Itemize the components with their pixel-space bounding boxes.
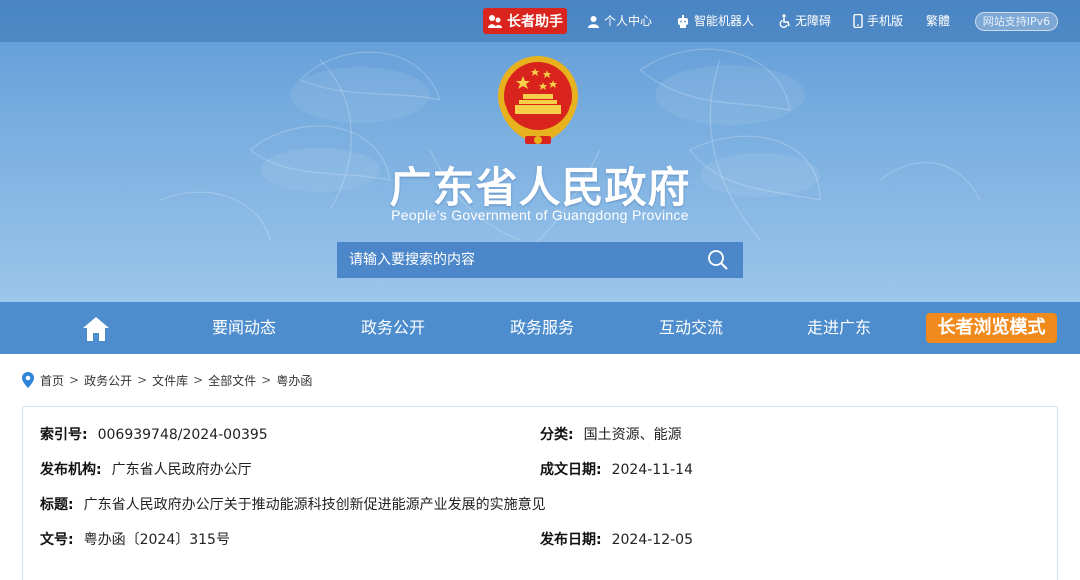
published-date-label: 发布日期: (540, 532, 602, 548)
search-bar (337, 242, 743, 278)
breadcrumb-separator: > (69, 373, 80, 387)
nav-services[interactable]: 政务服务 (510, 318, 574, 338)
search-icon[interactable] (707, 249, 729, 271)
breadcrumb-current[interactable]: 粤办函 (276, 372, 312, 389)
elder-helper-icon (488, 15, 502, 28)
index-number-value: 006939748/2024-00395 (97, 427, 268, 443)
accessibility-icon (779, 14, 790, 28)
home-icon[interactable] (82, 316, 110, 342)
document-metadata-panel: 索引号: 006939748/2024-00395 分类: 国土资源、能源 发布机构… (22, 406, 1058, 580)
breadcrumb-separator: > (193, 373, 204, 387)
written-date-value: 2024-11-14 (611, 462, 693, 478)
nav-interaction[interactable]: 互动交流 (659, 318, 723, 338)
elder-browse-mode-button[interactable]: 长者浏览模式 (926, 313, 1057, 343)
breadcrumb-file-library[interactable]: 文件库 (152, 372, 188, 389)
published-date-value: 2024-12-05 (611, 532, 693, 548)
site-subtitle: People’s Government of Guangdong Provinc… (391, 207, 689, 223)
nav-government-affairs[interactable]: 政务公开 (361, 318, 425, 338)
personal-center-link[interactable]: 个人中心 (587, 12, 652, 30)
breadcrumb-separator: > (137, 373, 148, 387)
robot-icon (678, 14, 688, 28)
personal-center-label: 个人中心 (604, 14, 653, 28)
published-date-row: 发布日期: 2024-12-05 (540, 530, 693, 550)
issuer-value: 广东省人民政府办公厅 (111, 462, 252, 478)
nav-news[interactable]: 要闻动态 (212, 318, 276, 338)
document-number-label: 文号: (40, 532, 74, 548)
traditional-label: 繁體 (926, 14, 951, 28)
mobile-phone-icon (853, 14, 863, 28)
category-label: 分类: (540, 427, 574, 443)
category-row: 分类: 国土资源、能源 (540, 425, 682, 445)
nav-about-guangdong[interactable]: 走进广东 (807, 318, 871, 338)
mobile-link[interactable]: 手机版 (853, 12, 903, 30)
robot-link[interactable]: 智能机器人 (676, 12, 754, 30)
main-navigation: 要闻动态 政务公开 政务服务 互动交流 走进广东 (0, 302, 1080, 354)
written-date-label: 成文日期: (540, 462, 602, 478)
title-label: 标题: (40, 497, 74, 513)
traditional-chinese-link[interactable]: 繁體 (926, 12, 950, 30)
accessibility-label: 无障碍 (795, 14, 832, 28)
breadcrumb-government-affairs[interactable]: 政务公开 (84, 372, 132, 389)
user-icon (588, 15, 599, 28)
index-number-label: 索引号: (40, 427, 88, 443)
written-date-row: 成文日期: 2024-11-14 (540, 460, 693, 480)
location-pin-icon (22, 372, 34, 388)
search-input[interactable] (337, 242, 697, 278)
breadcrumb-all-files[interactable]: 全部文件 (208, 372, 256, 389)
site-header: 长者助手 个人中心 智能机器人 无障碍 手机版 繁體 网站支持IPv6 广东省人… (0, 0, 1080, 302)
issuer-label: 发布机构: (40, 462, 102, 478)
title-value: 广东省人民政府办公厅关于推动能源科技创新促进能源产业发展的实施意见 (83, 497, 546, 513)
mobile-label: 手机版 (867, 14, 904, 28)
elder-helper-label: 长者助手 (507, 14, 563, 30)
elder-helper-button[interactable]: 长者助手 (483, 8, 567, 34)
category-value: 国土资源、能源 (583, 427, 682, 443)
breadcrumb-separator: > (261, 373, 272, 387)
breadcrumb: 首页 > 政务公开 > 文件库 > 全部文件 > 粤办函 (22, 371, 312, 389)
robot-label: 智能机器人 (694, 14, 755, 28)
site-title: 广东省人民政府 (389, 163, 691, 212)
top-utility-bar: 长者助手 个人中心 智能机器人 无障碍 手机版 繁體 网站支持IPv6 (0, 0, 1080, 42)
document-number-row: 文号: 粤办函〔2024〕315号 (40, 530, 230, 550)
title-row: 标题: 广东省人民政府办公厅关于推动能源科技创新促进能源产业发展的实施意见 (40, 495, 546, 515)
document-number-value: 粤办函〔2024〕315号 (83, 532, 230, 548)
issuer-row: 发布机构: 广东省人民政府办公厅 (40, 460, 252, 480)
breadcrumb-home[interactable]: 首页 (40, 372, 64, 389)
national-emblem-logo (498, 56, 578, 144)
accessibility-link[interactable]: 无障碍 (778, 12, 831, 30)
index-number-row: 索引号: 006939748/2024-00395 (40, 425, 268, 445)
ipv6-badge: 网站支持IPv6 (975, 12, 1058, 31)
